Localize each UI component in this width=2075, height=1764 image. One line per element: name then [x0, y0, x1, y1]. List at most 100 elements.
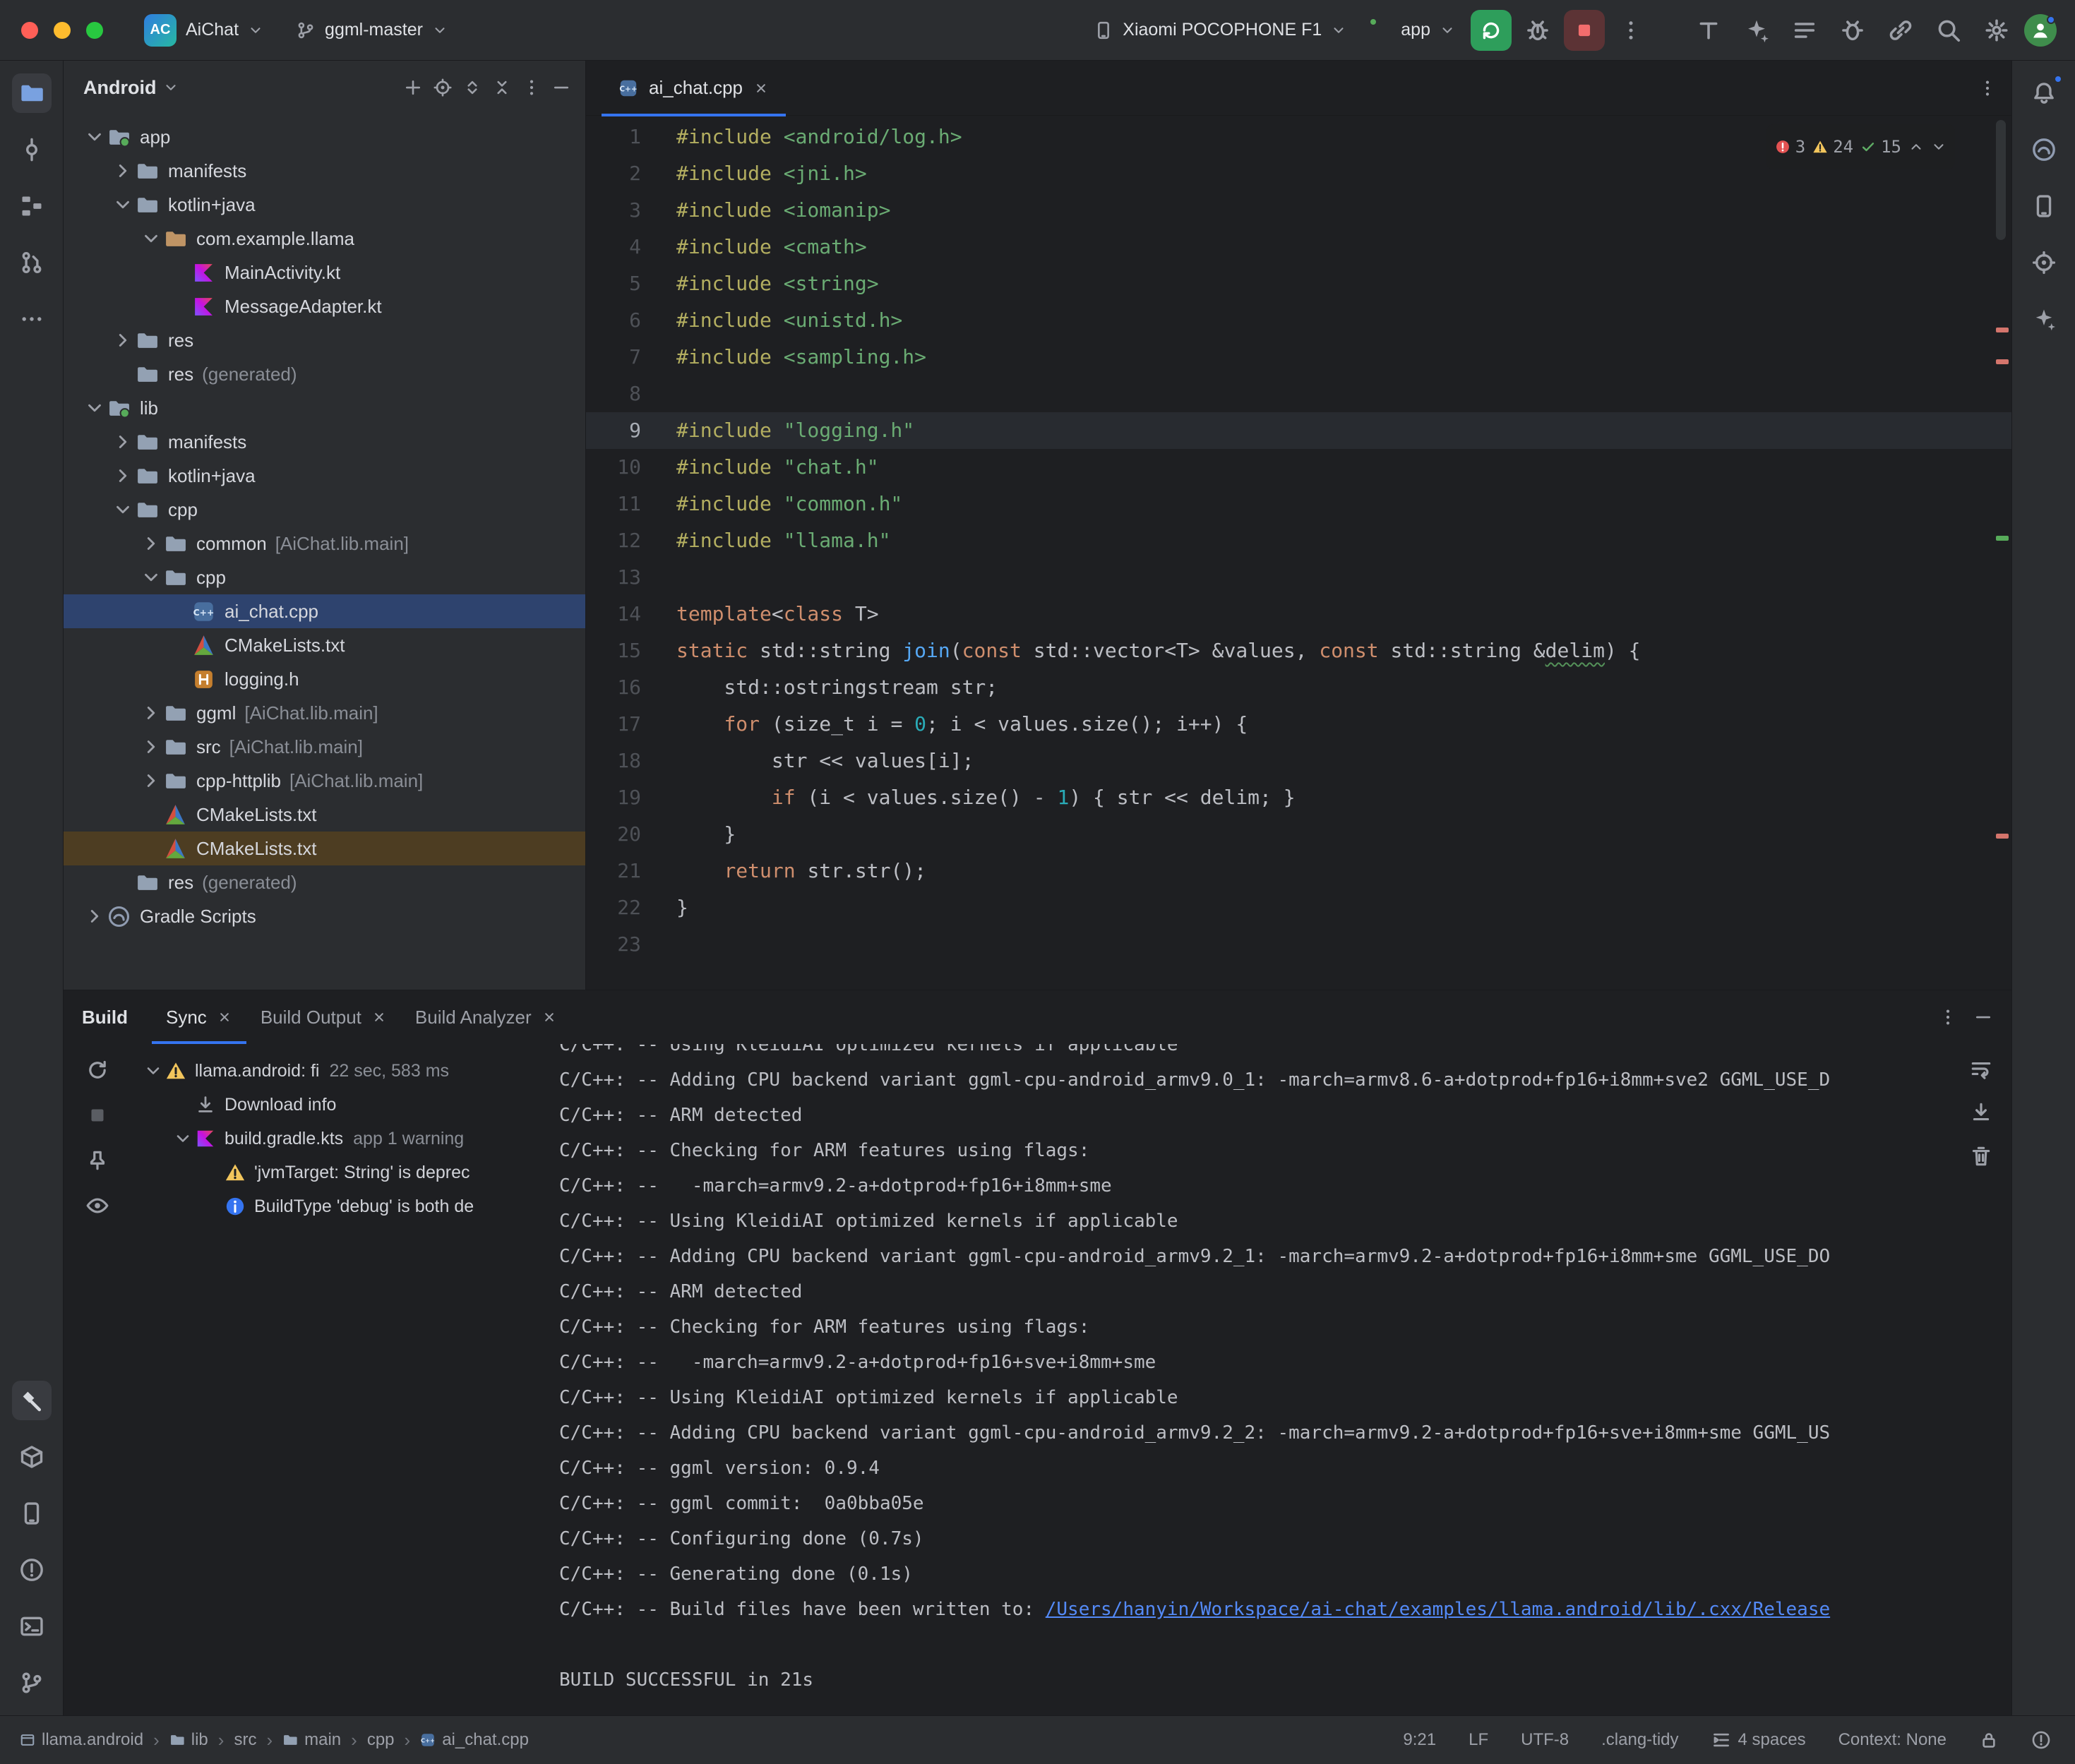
code-line-3[interactable]: 3#include <iomanip> [586, 192, 2011, 229]
clear-console-icon[interactable] [1969, 1144, 1993, 1168]
build-tree-item-buildtype-debug-is-both-de[interactable]: BuildType 'debug' is both de [131, 1189, 548, 1223]
chevron-down-icon[interactable] [82, 126, 107, 148]
build-tool-button[interactable] [12, 1381, 52, 1420]
tree-item-messageadapter-kt[interactable]: MessageAdapter.kt [64, 289, 585, 323]
collapse-all-icon[interactable] [492, 78, 512, 97]
tree-item-ggml[interactable]: ggml[AiChat.lib.main] [64, 696, 585, 730]
tree-item-res[interactable]: res [64, 323, 585, 357]
gradle-tool-button[interactable] [2024, 130, 2064, 169]
running-devices-tool-button[interactable] [12, 1494, 52, 1533]
link-button[interactable] [1880, 10, 1921, 51]
code-line-20[interactable]: 20 } [586, 816, 2011, 853]
build-options-icon[interactable] [1938, 1007, 1958, 1027]
code-line-4[interactable]: 4#include <cmath> [586, 229, 2011, 265]
editor-tab[interactable]: C++ ai_chat.cpp [602, 61, 786, 116]
hide-build-panel-icon[interactable] [1973, 1007, 1993, 1027]
project-view-selector[interactable]: Android [83, 77, 156, 99]
profile-avatar[interactable] [2024, 14, 2057, 47]
assistant-button[interactable] [2024, 299, 2064, 339]
breadcrumb-main[interactable]: main [282, 1730, 341, 1750]
code-line-7[interactable]: 7#include <sampling.h> [586, 339, 2011, 376]
run-more-button[interactable] [1610, 10, 1651, 51]
code-line-14[interactable]: 14template<class T> [586, 596, 2011, 632]
structure-tool-button[interactable] [12, 186, 52, 226]
tree-item-common[interactable]: common[AiChat.lib.main] [64, 527, 585, 560]
problems-tool-button[interactable] [12, 1550, 52, 1590]
build-tree-item-build-gradle-kts[interactable]: build.gradle.ktsapp 1 warning [131, 1122, 548, 1156]
code-line-22[interactable]: 22} [586, 889, 2011, 926]
code-line-17[interactable]: 17 for (size_t i = 0; i < values.size();… [586, 706, 2011, 743]
code-line-10[interactable]: 10#include "chat.h" [586, 449, 2011, 486]
branch-widget[interactable]: ggml-master [286, 13, 458, 47]
tree-item-cpp[interactable]: cpp [64, 560, 585, 594]
close-tab-icon[interactable] [542, 1009, 557, 1025]
tree-item-res[interactable]: res(generated) [64, 865, 585, 899]
version-control-tool-button[interactable] [12, 1663, 52, 1703]
profiler-button[interactable] [1832, 10, 1873, 51]
tree-item-cmakelists-txt[interactable]: CMakeLists.txt [64, 798, 585, 832]
chevron-right-icon[interactable] [138, 533, 164, 554]
build-tab-build-output[interactable]: Build Output [246, 990, 401, 1044]
rerun-button[interactable] [1471, 10, 1512, 51]
todo-button[interactable] [1784, 10, 1825, 51]
tree-item-mainactivity-kt[interactable]: MainActivity.kt [64, 256, 585, 289]
tree-item-res[interactable]: res(generated) [64, 357, 585, 391]
tree-item-manifests[interactable]: manifests [64, 425, 585, 459]
zoom-window-button[interactable] [86, 22, 103, 39]
analyzer-status[interactable]: .clang-tidy [1601, 1730, 1678, 1750]
tree-item-com-example-llama[interactable]: com.example.llama [64, 222, 585, 256]
previous-problem-icon[interactable] [1908, 139, 1924, 155]
chevron-down-icon[interactable] [110, 499, 136, 520]
chevron-right-icon[interactable] [138, 736, 164, 757]
build-panel-title[interactable]: Build [82, 1007, 128, 1028]
debug-button[interactable] [1517, 10, 1558, 51]
locate-file-icon[interactable] [433, 78, 453, 97]
build-tree-item-jvmtarget-string-is-deprec[interactable]: 'jvmTarget: String' is deprec [131, 1156, 548, 1189]
code-area[interactable]: 1#include <android/log.h>2#include <jni.… [586, 116, 2011, 990]
code-line-18[interactable]: 18 str << values[i]; [586, 743, 2011, 779]
code-line-9[interactable]: 9#include "logging.h" [586, 412, 2011, 449]
pin-icon[interactable] [85, 1148, 109, 1172]
chevron-right-icon[interactable] [138, 770, 164, 791]
tree-item-cmakelists-txt[interactable]: CMakeLists.txt [64, 832, 585, 865]
code-line-23[interactable]: 23 [586, 926, 2011, 963]
breadcrumb-ai-chat-cpp[interactable]: C++ai_chat.cpp [420, 1730, 529, 1750]
tree-item-app[interactable]: app [64, 120, 585, 154]
tree-item-cmakelists-txt[interactable]: CMakeLists.txt [64, 628, 585, 662]
add-icon[interactable] [403, 78, 423, 97]
tree-item-manifests[interactable]: manifests [64, 154, 585, 188]
hide-panel-icon[interactable] [551, 78, 571, 97]
minimize-window-button[interactable] [54, 22, 71, 39]
code-line-12[interactable]: 12#include "llama.h" [586, 522, 2011, 559]
scroll-to-end-icon[interactable] [1969, 1100, 1993, 1124]
error-stripe[interactable] [1990, 116, 2011, 990]
chevron-down-icon[interactable] [82, 397, 107, 419]
breadcrumb-src[interactable]: src [234, 1730, 256, 1750]
project-widget[interactable]: AC AiChat [134, 7, 273, 54]
breadcrumb-cpp[interactable]: cpp [367, 1730, 395, 1750]
close-tab-icon[interactable] [371, 1009, 387, 1025]
rerun-sync-icon[interactable] [85, 1058, 109, 1082]
soft-wrap-icon[interactable] [1969, 1057, 1993, 1081]
chevron-right-icon[interactable] [82, 906, 107, 927]
tree-item-kotlin-java[interactable]: kotlin+java [64, 459, 585, 493]
tree-item-gradle-scripts[interactable]: Gradle Scripts [64, 899, 585, 933]
stop-button[interactable] [1564, 10, 1605, 51]
code-line-21[interactable]: 21 return str.str(); [586, 853, 2011, 889]
chevron-down-icon[interactable] [110, 194, 136, 215]
file-encoding[interactable]: UTF-8 [1521, 1730, 1569, 1750]
tree-item-cpp[interactable]: cpp [64, 493, 585, 527]
tree-item-cpp-httplib[interactable]: cpp-httplib[AiChat.lib.main] [64, 764, 585, 798]
chevron-right-icon[interactable] [110, 431, 136, 452]
device-selector[interactable]: Xiaomi POCOPHONE F1 [1084, 13, 1356, 47]
run-configuration-selector[interactable]: app [1362, 13, 1465, 47]
expand-all-icon[interactable] [462, 78, 482, 97]
tree-item-kotlin-java[interactable]: kotlin+java [64, 188, 585, 222]
settings-button[interactable] [1976, 10, 2017, 51]
build-output-path-link[interactable]: /Users/hanyin/Workspace/ai-chat/examples… [1046, 1599, 1830, 1620]
code-line-11[interactable]: 11#include "common.h" [586, 486, 2011, 522]
gemini-button[interactable] [1736, 10, 1777, 51]
breadcrumb-lib[interactable]: lib [169, 1730, 208, 1750]
device-explorer-button[interactable] [2024, 186, 2064, 226]
build-tree-item-llama-android-fi[interactable]: llama.android: fi22 sec, 583 ms [131, 1054, 548, 1088]
